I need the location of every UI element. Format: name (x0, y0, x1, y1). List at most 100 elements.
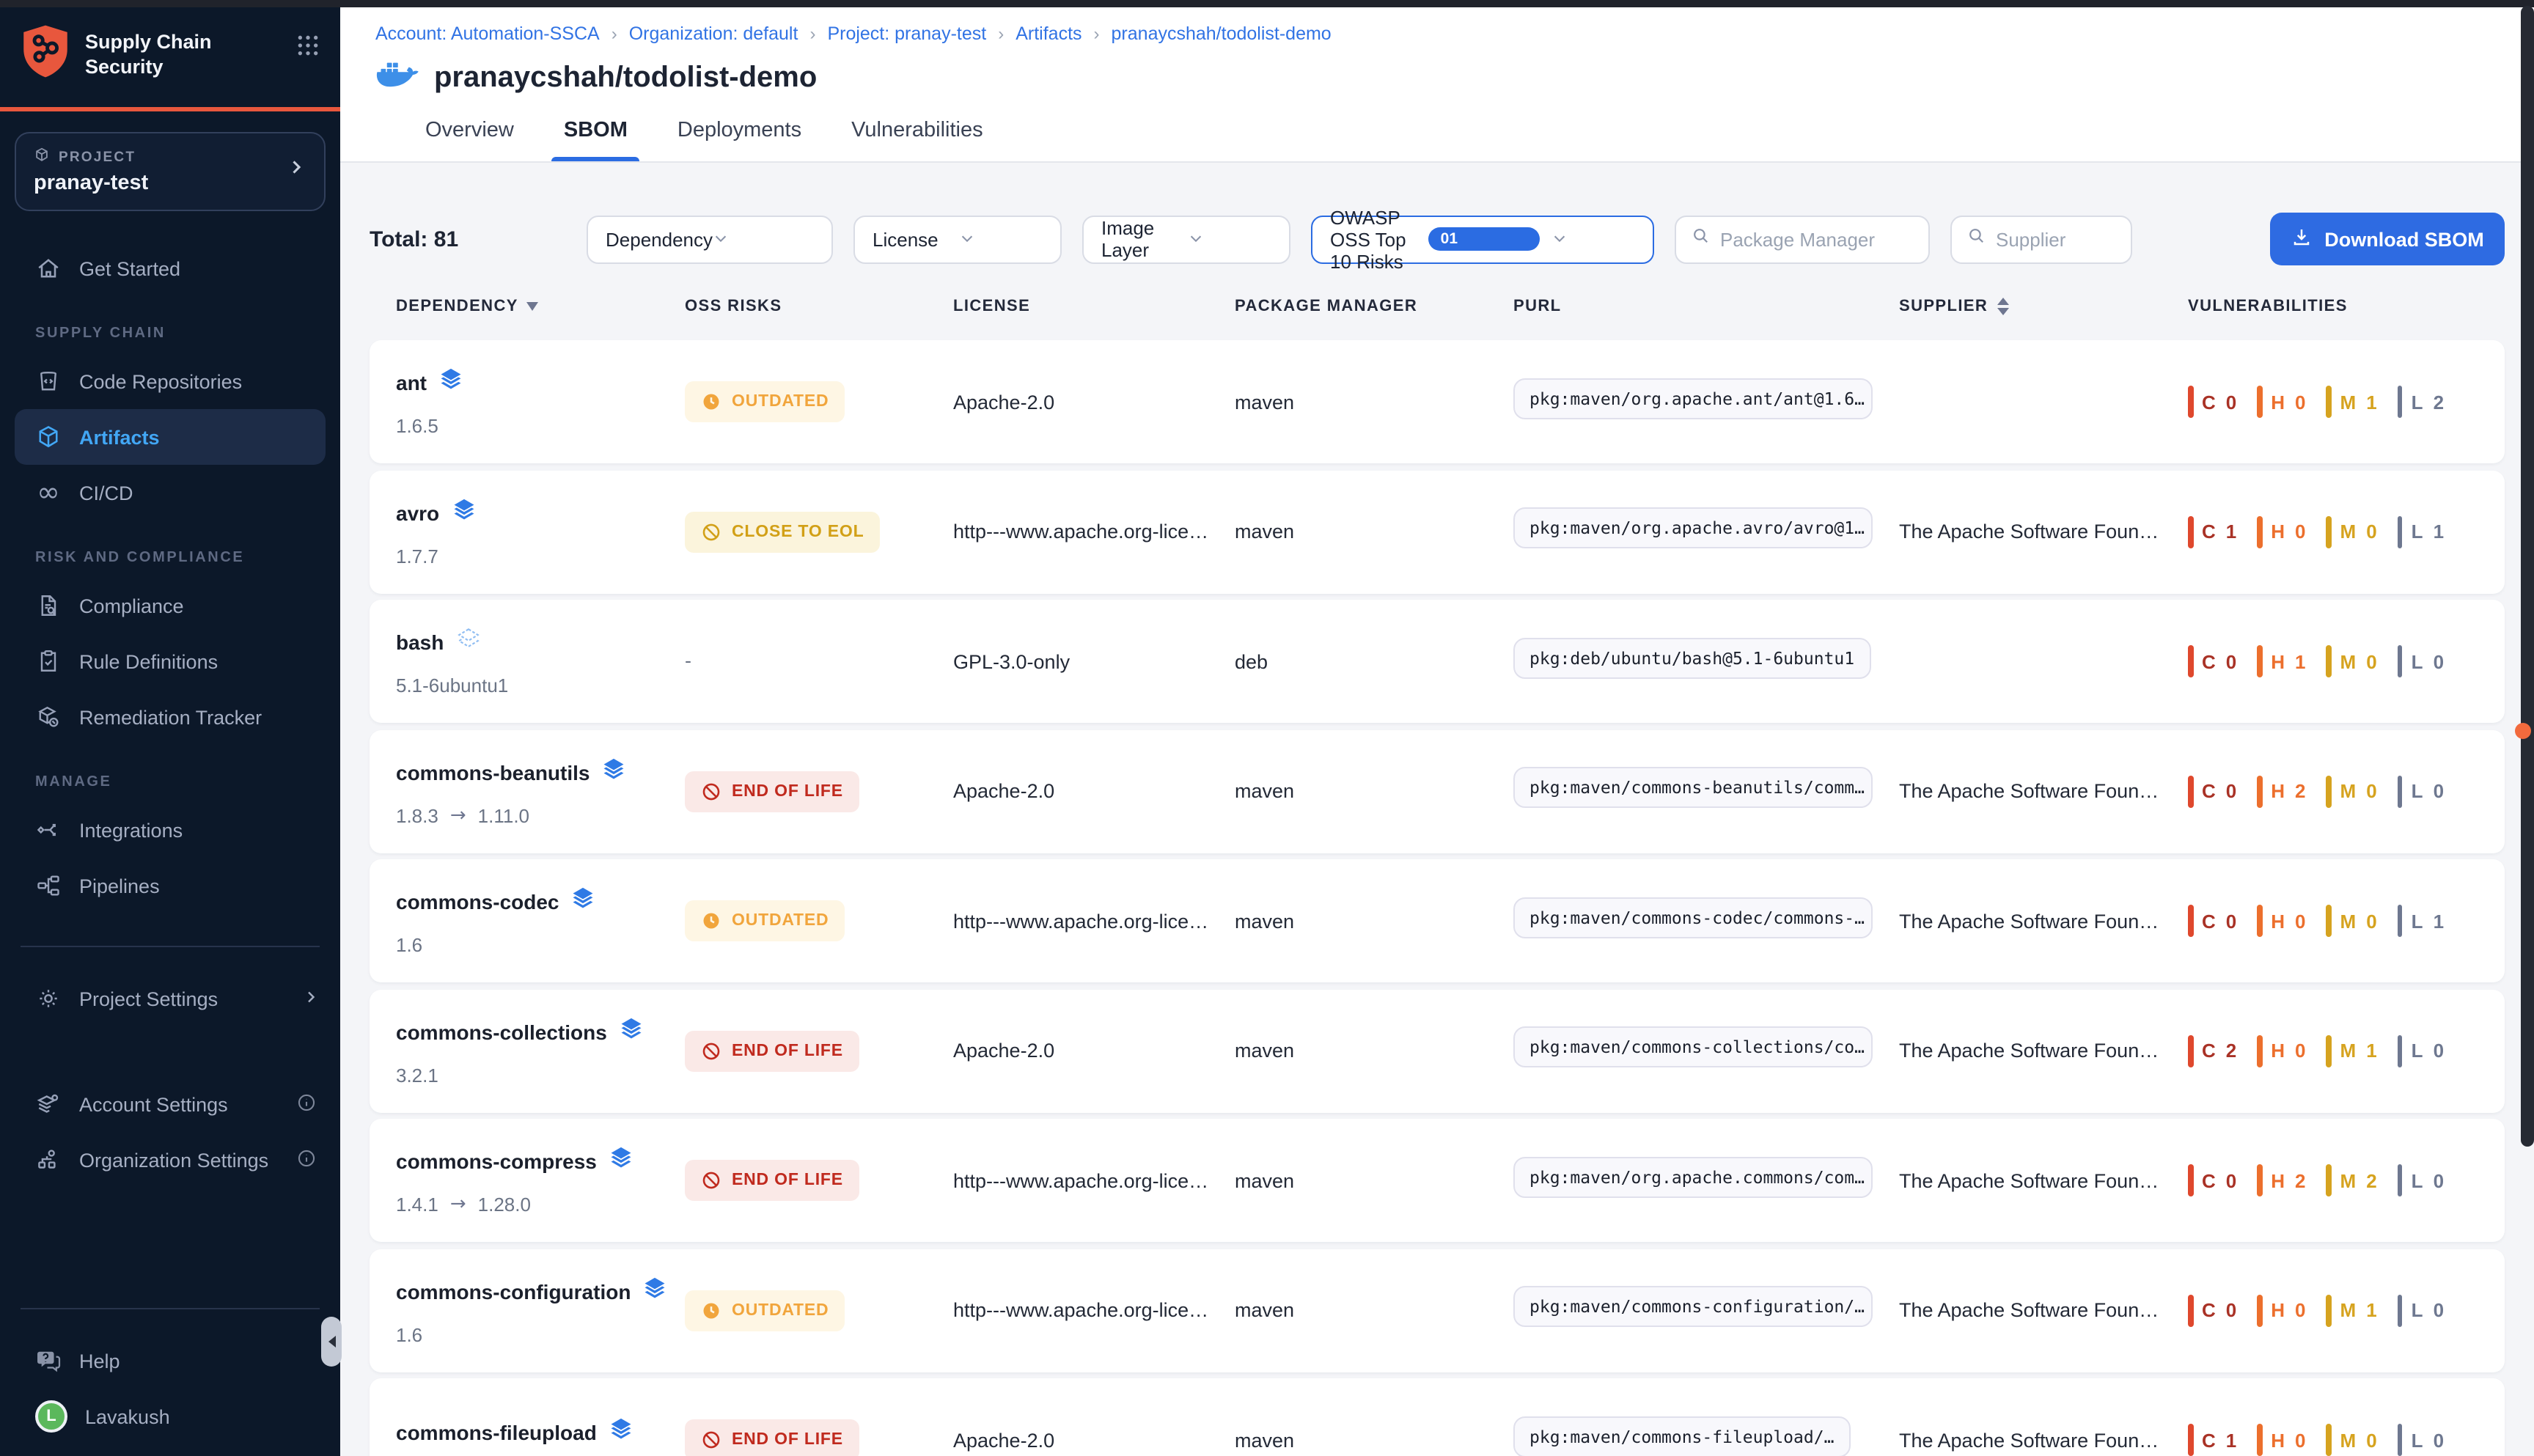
oss-risk-badge: CLOSE TO EOL (685, 511, 880, 552)
gear-icon (35, 985, 62, 1012)
layers-icon (571, 886, 596, 918)
medium-count: M0 (2326, 645, 2379, 677)
vulnerability-counts: C0 H2 M0 L0 (2188, 775, 2478, 807)
user-name: Lavakush (85, 1405, 170, 1427)
oss-risk-badge: END OF LIFE (685, 771, 859, 812)
critical-count: C1 (2188, 1424, 2238, 1456)
low-count: L0 (2398, 1424, 2445, 1456)
low-count: L1 (2398, 905, 2445, 937)
sidebar-item-remediation-tracker[interactable]: Remediation Tracker (0, 689, 340, 745)
low-count: L0 (2398, 645, 2445, 677)
dependency-name: ant (396, 371, 427, 394)
dependency-version: 1.4.1 (396, 1194, 438, 1216)
table-header: DEPENDENCY OSS RISKS LICENSE PACKAGE MAN… (370, 298, 2505, 315)
tab-sbom[interactable]: SBOM (564, 119, 628, 161)
table-row[interactable]: commons-fileupload END OF LIFE (370, 1378, 2505, 1456)
table-row[interactable]: avro 1.7.7 CLOSE TO EOL http-- (370, 470, 2505, 593)
package-manager-input[interactable] (1720, 228, 1914, 250)
dependency-version: 1.7.7 (396, 545, 438, 567)
cube-icon (34, 147, 50, 167)
avatar: L (35, 1400, 67, 1433)
layers-outline-icon (455, 626, 480, 658)
code-repository-icon (35, 368, 62, 394)
vulnerability-counts: C0 H0 M1 L2 (2188, 386, 2478, 418)
vertical-scrollbar[interactable] (2521, 6, 2534, 1147)
supplier-value: The Apache Software Foun… (1899, 910, 2188, 932)
sidebar-item-help[interactable]: Help (0, 1333, 340, 1389)
integrations-icon (35, 817, 62, 843)
sidebar-item-compliance[interactable]: Compliance (0, 578, 340, 633)
breadcrumb-artifacts[interactable]: Artifacts (1016, 23, 1081, 44)
sidebar-item-code-repositories[interactable]: Code Repositories (0, 353, 340, 409)
module-grid-icon[interactable] (296, 34, 320, 65)
critical-count: C0 (2188, 1164, 2238, 1196)
table-row[interactable]: commons-collections 3.2.1 END OF LIFE (370, 989, 2505, 1112)
chevron-down-icon (713, 228, 817, 250)
breadcrumb-account[interactable]: Account: Automation-SSCA (375, 23, 600, 44)
low-count: L0 (2398, 1034, 2445, 1067)
sidebar-item-cicd[interactable]: ∞ CI/CD (0, 465, 340, 521)
sidebar-item-integrations[interactable]: Integrations (0, 802, 340, 858)
user-menu[interactable]: L Lavakush (0, 1389, 340, 1444)
cube-icon (35, 424, 62, 450)
sidebar-item-account-settings[interactable]: Account Settings (0, 1076, 340, 1132)
info-icon[interactable] (296, 1092, 317, 1117)
brand-accent-bar (0, 107, 340, 111)
breadcrumb-project[interactable]: Project: pranay-test (827, 23, 986, 44)
owasp-filter-dropdown[interactable]: OWASP OSS Top 10 Risks 01 (1311, 215, 1654, 263)
dependency-filter-dropdown[interactable]: Dependency (587, 215, 833, 263)
vulnerability-counts: C0 H0 M0 L1 (2188, 905, 2478, 937)
table-row[interactable]: commons-beanutils 1.8.3 → 1.11.0 (370, 729, 2505, 853)
table-row[interactable]: commons-codec 1.6 OUTDATED htt (370, 859, 2505, 982)
high-count: H0 (2257, 905, 2307, 937)
medium-count: M2 (2326, 1164, 2379, 1196)
tab-deployments[interactable]: Deployments (677, 119, 801, 161)
upgrade-arrow-icon: → (450, 804, 466, 826)
purl-chip: pkg:maven/commons-fileupload/… (1513, 1416, 1850, 1456)
supplier-search (1950, 215, 2132, 263)
sidebar-item-pipelines[interactable]: Pipelines (0, 858, 340, 913)
sidebar-item-artifacts[interactable]: Artifacts (15, 409, 326, 465)
dependency-name: commons-fileupload (396, 1420, 597, 1444)
sidebar-item-organization-settings[interactable]: Organization Settings (0, 1132, 340, 1188)
dependency-version: 1.6 (396, 1323, 422, 1345)
table-row[interactable]: commons-compress 1.4.1 → 1.28.0 (370, 1119, 2505, 1242)
pipelines-icon (35, 872, 62, 899)
dependency-version: 1.6 (396, 934, 422, 956)
vulnerability-counts: C2 H0 M1 L0 (2188, 1034, 2478, 1067)
high-count: H0 (2257, 515, 2307, 548)
project-name: pranay-test (34, 172, 286, 195)
info-icon[interactable] (296, 1147, 317, 1172)
column-supplier[interactable]: SUPPLIER (1899, 298, 2188, 315)
column-dependency[interactable]: DEPENDENCY (396, 298, 685, 315)
sidebar-item-get-started[interactable]: Get Started (0, 240, 340, 296)
section-supply-chain: SUPPLY CHAIN (35, 326, 340, 342)
project-selector[interactable]: PROJECT pranay-test (15, 132, 326, 211)
org-settings-icon (35, 1147, 62, 1173)
table-row[interactable]: bash 5.1-6ubuntu1 - GPL-3.0-only deb pkg… (370, 600, 2505, 723)
sidebar-collapse-handle[interactable] (321, 1317, 342, 1367)
breadcrumb-organization[interactable]: Organization: default (629, 23, 798, 44)
image-layer-filter-dropdown[interactable]: Image Layer (1082, 215, 1290, 263)
tab-overview[interactable]: Overview (425, 119, 514, 161)
package-manager-value: maven (1235, 1299, 1513, 1321)
dependency-name: bash (396, 630, 444, 654)
download-sbom-button[interactable]: Download SBOM (2270, 213, 2505, 265)
sort-both-icon (1997, 298, 2008, 315)
license-filter-dropdown[interactable]: License (853, 215, 1062, 263)
sidebar-item-project-settings[interactable]: Project Settings (0, 971, 340, 1026)
vulnerability-counts: C1 H0 M0 L0 (2188, 1424, 2478, 1456)
dependency-name: commons-beanutils (396, 760, 590, 784)
table-row[interactable]: commons-configuration 1.6 OUTDATED (370, 1249, 2505, 1372)
remediation-cube-wrench-icon (35, 704, 62, 730)
license-value: Apache-2.0 (953, 780, 1235, 802)
supplier-input[interactable] (1996, 228, 2116, 250)
breadcrumb-artifact-name[interactable]: pranaycshah/todolist-demo (1112, 23, 1332, 44)
package-manager-value: maven (1235, 780, 1513, 802)
home-icon (35, 255, 62, 282)
low-count: L1 (2398, 515, 2445, 548)
table-row[interactable]: ant 1.6.5 OUTDATED Apache-2.0 (370, 340, 2505, 463)
license-value: http---www.apache.org-lice… (953, 521, 1235, 543)
sidebar-item-rule-definitions[interactable]: Rule Definitions (0, 633, 340, 689)
tab-vulnerabilities[interactable]: Vulnerabilities (851, 119, 983, 161)
